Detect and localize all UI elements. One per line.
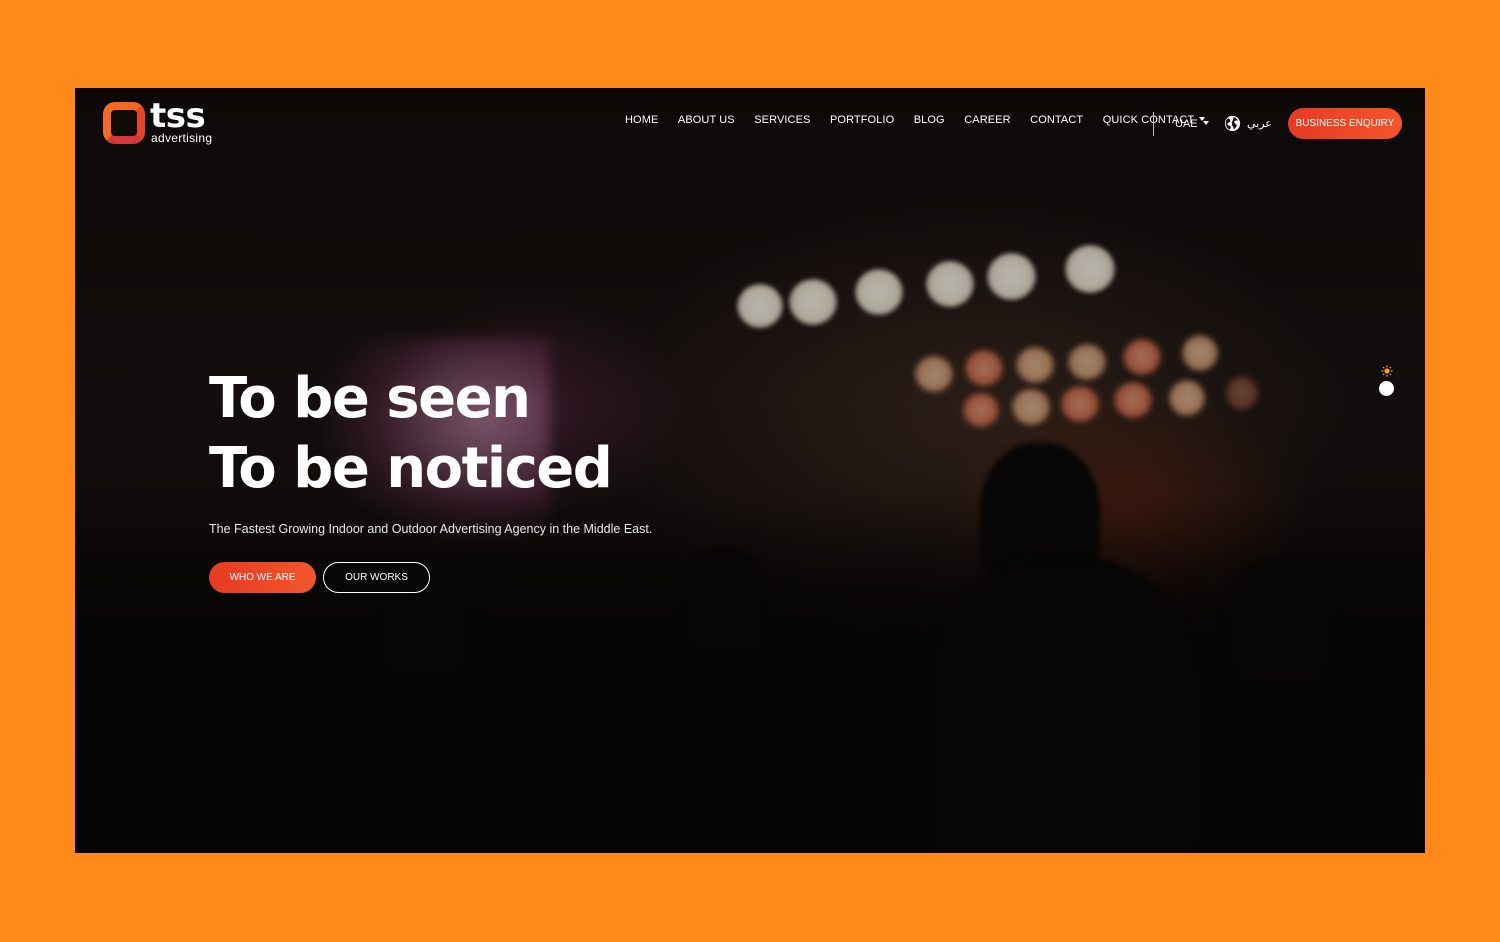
region-label: UAE xyxy=(1175,118,1198,130)
nav-item-portfolio[interactable]: PORTFOLIO xyxy=(830,114,894,126)
globe-icon[interactable] xyxy=(1224,115,1241,132)
nav-divider xyxy=(1153,112,1154,136)
language-switch[interactable]: عربي xyxy=(1247,117,1272,130)
hero-subtitle: The Fastest Growing Indoor and Outdoor A… xyxy=(209,522,653,536)
logo-tagline: advertising xyxy=(151,131,213,145)
nav-item-blog[interactable]: BLOG xyxy=(914,114,945,126)
who-we-are-button[interactable]: WHO WE ARE xyxy=(209,562,316,593)
theme-toggle-knob[interactable] xyxy=(1379,381,1394,396)
logo-mark-icon xyxy=(103,102,145,144)
chevron-down-icon xyxy=(1202,121,1209,125)
nav-item-services[interactable]: SERVICES xyxy=(754,114,810,126)
our-works-button[interactable]: OUR WORKS xyxy=(323,562,430,593)
hero-headline-line-2: To be noticed xyxy=(209,436,613,501)
nav-item-contact[interactable]: CONTACT xyxy=(1030,114,1083,126)
region-selector[interactable]: UAE xyxy=(1175,118,1209,130)
brand-logo[interactable]: tss advertising xyxy=(103,96,223,148)
nav-item-about-us[interactable]: ABOUT US xyxy=(678,114,735,126)
site-header: tss advertising HOME ABOUT US SERVICES P… xyxy=(75,88,1425,160)
main-nav: HOME ABOUT US SERVICES PORTFOLIO BLOG CA… xyxy=(625,114,1225,126)
hero-headline: To be seen To be noticed xyxy=(209,364,613,504)
nav-item-home[interactable]: HOME xyxy=(625,114,658,126)
nav-item-career[interactable]: CAREER xyxy=(964,114,1010,126)
hero-headline-line-1: To be seen xyxy=(209,366,531,431)
business-enquiry-button[interactable]: BUSINESS ENQUIRY xyxy=(1288,108,1402,139)
sun-icon[interactable] xyxy=(1381,365,1393,377)
website-frame: tss advertising HOME ABOUT US SERVICES P… xyxy=(75,88,1425,853)
logo-wordmark: tss xyxy=(150,96,206,136)
